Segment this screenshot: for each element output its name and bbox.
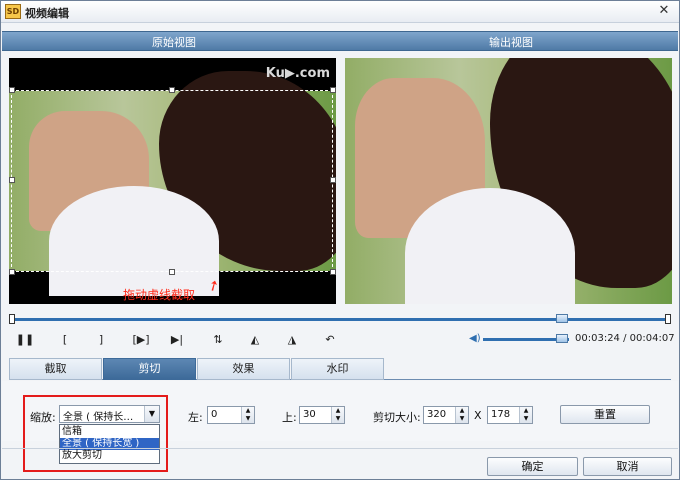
footer-divider — [2, 448, 678, 449]
drag-hint-text: 拖动虚线截取 — [123, 288, 196, 302]
top-offset-spin-buttons: ▲ ▼ — [331, 407, 344, 423]
tab-effects[interactable]: 效果 — [197, 358, 290, 380]
total-time: 00:04:07 — [629, 333, 675, 344]
play-selection-button[interactable]: [▶] — [131, 331, 151, 349]
left-offset-value: 0 — [211, 409, 218, 420]
crop-size-label: 剪切大小: — [373, 411, 421, 424]
watermark-logo: Ku▶.com — [265, 66, 330, 81]
view-header-bar: 原始视图 输出视图 — [2, 31, 678, 51]
flip-vertical-button[interactable]: ⇅ — [208, 331, 228, 349]
output-video-frame — [345, 58, 672, 304]
timeline-slider[interactable] — [9, 314, 671, 324]
spin-down-icon[interactable]: ▼ — [522, 415, 530, 422]
crop-handle-right[interactable] — [330, 177, 336, 183]
source-view-label: 原始视图 — [152, 36, 196, 49]
crop-handle-bottom-right[interactable] — [330, 269, 336, 275]
crop-handle-bottom-left[interactable] — [9, 269, 15, 275]
reset-button[interactable]: 重置 — [560, 405, 650, 424]
volume-thumb[interactable] — [556, 334, 568, 343]
tab-watermark[interactable]: 水印 — [291, 358, 384, 380]
left-label: 左: — [188, 411, 203, 424]
crop-height-stepper[interactable]: 178 ▲ ▼ — [487, 406, 533, 424]
crop-handle-top[interactable] — [169, 87, 175, 93]
app-icon: SD — [5, 4, 21, 19]
spin-up-icon[interactable]: ▲ — [334, 407, 342, 414]
timeline-thumb[interactable] — [556, 314, 568, 323]
current-time: 00:03:24 — [575, 333, 620, 344]
mark-in-button[interactable]: [ — [55, 331, 75, 349]
crop-height-spin-buttons: ▲ ▼ — [519, 407, 532, 423]
spin-down-icon[interactable]: ▼ — [458, 415, 466, 422]
crop-width-value: 320 — [427, 409, 447, 420]
crop-width-spin-buttons: ▲ ▼ — [455, 407, 468, 423]
output-preview — [345, 58, 672, 304]
top-label: 上: — [282, 411, 297, 424]
spin-up-icon[interactable]: ▲ — [522, 407, 530, 414]
undo-button[interactable]: ↶ — [320, 331, 340, 349]
annotation-highlight-box — [23, 395, 168, 472]
crop-frame[interactable] — [11, 90, 333, 272]
crop-handle-left[interactable] — [9, 177, 15, 183]
left-offset-stepper[interactable]: 0 ▲ ▼ — [207, 406, 255, 424]
ok-button[interactable]: 确定 — [487, 457, 578, 476]
tab-crop[interactable]: 剪切 — [103, 358, 196, 380]
output-view-label: 输出视图 — [489, 36, 533, 49]
window-title: 视频编辑 — [25, 7, 69, 20]
source-preview: Ku▶.com 拖动虚线截取 ➚ — [9, 58, 336, 304]
tab-capture[interactable]: 截取 — [9, 358, 102, 380]
time-readout: 00:03:24 / 00:04:07 — [575, 333, 675, 344]
next-frame-button[interactable]: ▶| — [167, 331, 187, 349]
top-offset-stepper[interactable]: 30 ▲ ▼ — [299, 406, 345, 424]
crop-width-stepper[interactable]: 320 ▲ ▼ — [423, 406, 469, 424]
timeline-start-marker[interactable] — [9, 314, 15, 324]
close-icon[interactable]: ✕ — [657, 4, 671, 18]
rotate-right-button[interactable]: ◮ — [282, 331, 302, 349]
time-separator: / — [619, 333, 630, 344]
edit-tabs: 截取 剪切 效果 水印 — [9, 358, 671, 380]
timeline-end-marker[interactable] — [665, 314, 671, 324]
top-offset-value: 30 — [303, 409, 316, 420]
spin-up-icon[interactable]: ▲ — [458, 407, 466, 414]
cancel-button[interactable]: 取消 — [583, 457, 672, 476]
crop-handle-bottom[interactable] — [169, 269, 175, 275]
crop-height-value: 178 — [491, 409, 511, 420]
rotate-left-button[interactable]: ◭ — [245, 331, 265, 349]
spin-down-icon[interactable]: ▼ — [334, 415, 342, 422]
volume-icon[interactable]: ◀) — [469, 334, 481, 344]
video-edit-window: SD 视频编辑 ✕ 原始视图 输出视图 Ku▶.com 拖动虚线截取 ➚ ❚❚ … — [0, 0, 680, 480]
crop-handle-top-left[interactable] — [9, 87, 15, 93]
title-bar: SD 视频编辑 ✕ — [1, 1, 679, 23]
crop-handle-top-right[interactable] — [330, 87, 336, 93]
size-separator: X — [474, 409, 482, 422]
spin-up-icon[interactable]: ▲ — [244, 407, 252, 414]
spin-down-icon[interactable]: ▼ — [244, 415, 252, 422]
timeline-track — [9, 318, 671, 321]
left-offset-spin-buttons: ▲ ▼ — [241, 407, 254, 423]
mark-out-button[interactable]: ] — [91, 331, 111, 349]
pause-button[interactable]: ❚❚ — [15, 331, 35, 349]
